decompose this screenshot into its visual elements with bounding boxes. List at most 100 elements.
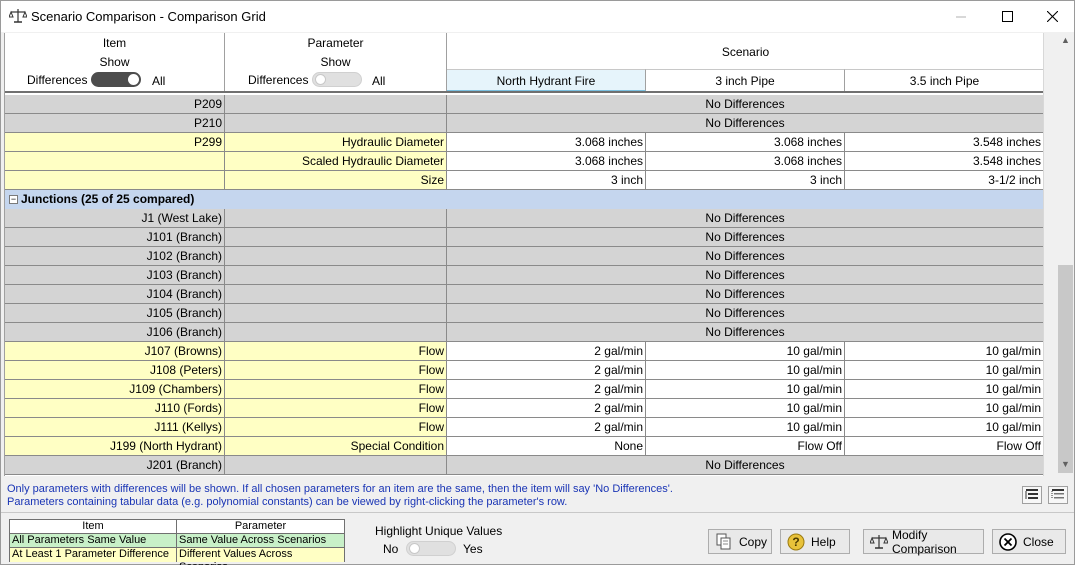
item-cell: J106 (Branch) — [5, 323, 225, 342]
parameter-cell — [225, 95, 447, 114]
table-row[interactable]: J101 (Branch) No Differences — [5, 228, 1043, 247]
comparison-grid: Item Show Differences All Parameter Show… — [4, 33, 1043, 476]
table-row[interactable]: P209 No Differences — [5, 95, 1043, 114]
table-row[interactable]: J107 (Browns) Flow 2 gal/min 10 gal/min 10 g… — [5, 342, 1043, 361]
parameter-cell: Flow — [225, 342, 447, 361]
title-bar: Scenario Comparison - Comparison Grid — [1, 1, 1074, 32]
item-all-label: All — [152, 74, 166, 88]
table-row[interactable]: P210 No Differences — [5, 114, 1043, 133]
no-differences-cell: No Differences — [447, 323, 1043, 342]
minimize-icon — [956, 16, 966, 17]
copy-button[interactable]: Copy — [708, 529, 772, 554]
value-cell: 3-1/2 inch — [845, 171, 1043, 190]
table-row[interactable]: J1 (West Lake) No Differences — [5, 209, 1043, 228]
parameter-header: Parameter Show Differences All — [225, 33, 447, 91]
value-cell: 10 gal/min — [646, 361, 845, 380]
vertical-scrollbar[interactable]: ▲ ▼ — [1043, 33, 1073, 476]
close-window-button[interactable] — [1029, 1, 1075, 32]
maximize-button[interactable] — [984, 1, 1030, 32]
parameter-show-toggle[interactable] — [312, 72, 362, 87]
value-cell: 10 gal/min — [646, 418, 845, 437]
highlight-unique-label: Highlight Unique Values — [375, 524, 503, 538]
legend-item-diff: At Least 1 Parameter Difference — [10, 548, 177, 562]
scrollbar-thumb[interactable] — [1058, 265, 1073, 473]
item-header: Item Show Differences All — [5, 33, 225, 91]
no-differences-cell: No Differences — [447, 114, 1043, 133]
scroll-up-icon[interactable]: ▲ — [1058, 35, 1073, 49]
no-differences-cell: No Differences — [447, 266, 1043, 285]
no-differences-cell: No Differences — [447, 209, 1043, 228]
item-differences-label: Differences — [27, 73, 88, 87]
scroll-down-icon[interactable]: ▼ — [1058, 459, 1073, 473]
no-differences-cell: No Differences — [447, 456, 1043, 475]
highlight-no-label: No — [383, 542, 399, 556]
legend-parameter-header: Parameter — [177, 520, 344, 534]
close-button[interactable]: Close — [992, 529, 1066, 554]
legend-param-diff: Different Values Across Scenarios — [177, 548, 344, 565]
table-row[interactable]: J201 (Branch) No Differences — [5, 456, 1043, 475]
parameter-cell — [225, 304, 447, 323]
copy-button-label: Copy — [739, 534, 768, 549]
table-row[interactable]: J108 (Peters) Flow 2 gal/min 10 gal/min 10 g… — [5, 361, 1043, 380]
no-differences-cell: No Differences — [447, 247, 1043, 266]
window: Scenario Comparison - Comparison Grid It… — [0, 0, 1075, 565]
item-cell: J111 (Kellys) — [5, 418, 225, 437]
parameter-cell — [225, 247, 447, 266]
minimize-button[interactable] — [938, 1, 984, 32]
item-cell: J201 (Branch) — [5, 456, 225, 475]
color-legend: Item Parameter All Parameters Same Value… — [9, 519, 345, 565]
highlight-unique-toggle[interactable] — [406, 541, 456, 556]
parameter-cell: Scaled Hydraulic Diameter — [225, 152, 447, 171]
table-row[interactable]: Scaled Hydraulic Diameter 3.068 inches 3.0… — [5, 152, 1043, 171]
scenario-column-3-5-inch-pipe[interactable]: 3.5 inch Pipe — [845, 69, 1043, 91]
legend-param-same: Same Value Across Scenarios — [177, 534, 344, 548]
svg-text:?: ? — [792, 535, 799, 549]
value-cell: 10 gal/min — [845, 361, 1043, 380]
value-cell: 3.068 inches — [447, 133, 646, 152]
table-row[interactable]: J111 (Kellys) Flow 2 gal/min 10 gal/min 10 g… — [5, 418, 1043, 437]
item-cell: J105 (Branch) — [5, 304, 225, 323]
value-cell: 10 gal/min — [845, 342, 1043, 361]
copy-icon — [715, 533, 733, 551]
value-cell: Flow Off — [646, 437, 845, 456]
expand-tree-icon — [1025, 489, 1038, 499]
parameter-cell: Special Condition — [225, 437, 447, 456]
item-cell: J1 (West Lake) — [5, 209, 225, 228]
value-cell: 2 gal/min — [447, 418, 646, 437]
table-row[interactable]: J105 (Branch) No Differences — [5, 304, 1043, 323]
scenario-column-3-inch-pipe[interactable]: 3 inch Pipe — [646, 69, 845, 91]
no-differences-cell: No Differences — [447, 95, 1043, 114]
help-button[interactable]: ? Help — [780, 529, 850, 554]
table-row[interactable]: J109 (Chambers) Flow 2 gal/min 10 gal/min 10… — [5, 380, 1043, 399]
item-cell — [5, 171, 225, 190]
table-row[interactable]: J106 (Branch) No Differences — [5, 323, 1043, 342]
item-show-toggle[interactable] — [91, 72, 141, 87]
legend-item-header: Item — [10, 520, 177, 534]
value-cell: 10 gal/min — [646, 399, 845, 418]
parameter-cell: Size — [225, 171, 447, 190]
parameter-cell: Flow — [225, 380, 447, 399]
table-row[interactable]: P299 Hydraulic Diameter 3.068 inches 3.068 … — [5, 133, 1043, 152]
collapse-all-button[interactable] — [1048, 486, 1068, 504]
divider — [1, 512, 1074, 513]
parameter-cell — [225, 266, 447, 285]
scenario-column-north-hydrant-fire[interactable]: North Hydrant Fire — [447, 69, 646, 91]
table-row[interactable]: J199 (North Hydrant) Special Condition Non… — [5, 437, 1043, 456]
item-cell: J109 (Chambers) — [5, 380, 225, 399]
parameter-show-label: Show — [320, 55, 351, 69]
table-row[interactable]: J103 (Branch) No Differences — [5, 266, 1043, 285]
group-row-junctions[interactable]: − Junctions (25 of 25 compared) — [5, 190, 1043, 209]
value-cell: 10 gal/min — [646, 380, 845, 399]
expand-all-button[interactable] — [1022, 486, 1042, 504]
table-row[interactable]: J104 (Branch) No Differences — [5, 285, 1043, 304]
item-cell: J108 (Peters) — [5, 361, 225, 380]
table-row[interactable]: Size 3 inch 3 inch 3-1/2 inch — [5, 171, 1043, 190]
parameter-differences-label: Differences — [248, 73, 309, 87]
parameter-cell: Flow — [225, 418, 447, 437]
parameter-cell — [225, 228, 447, 247]
collapse-icon[interactable]: − — [9, 195, 18, 204]
table-row[interactable]: J102 (Branch) No Differences — [5, 247, 1043, 266]
table-row[interactable]: J110 (Fords) Flow 2 gal/min 10 gal/min 10 ga… — [5, 399, 1043, 418]
item-cell: P209 — [5, 95, 225, 114]
modify-comparison-button[interactable]: Modify Comparison — [863, 528, 984, 556]
